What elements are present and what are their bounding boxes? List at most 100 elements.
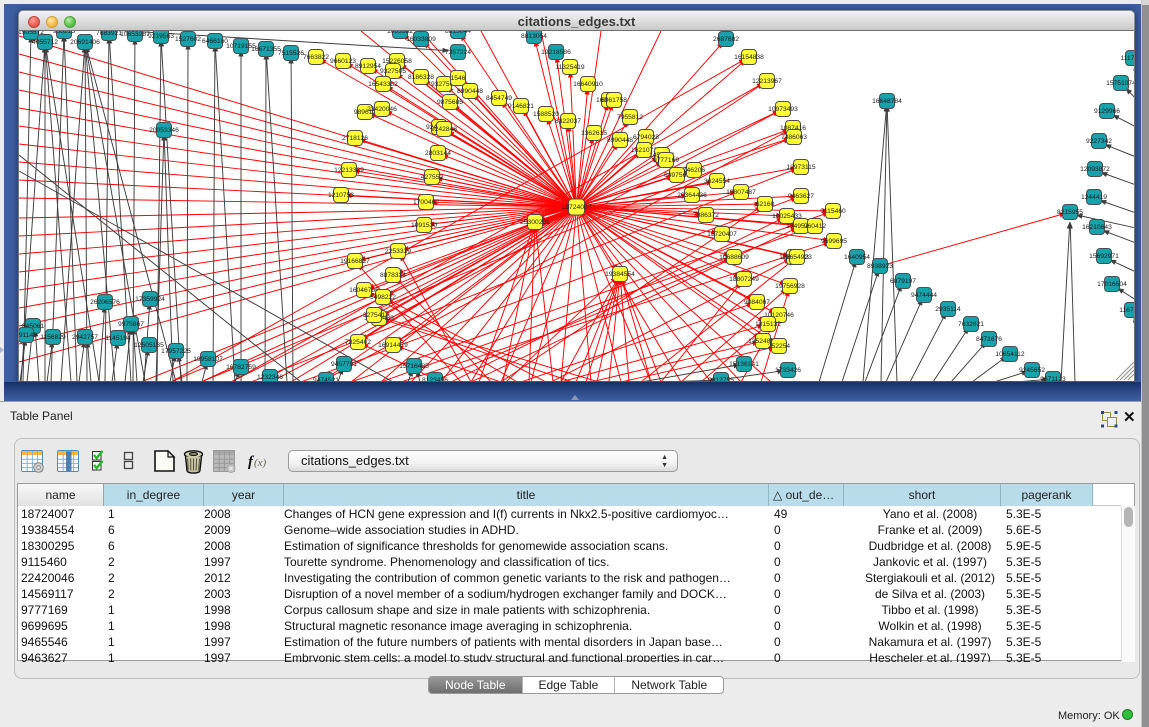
- svg-text:23420046: 23420046: [367, 106, 397, 113]
- svg-text:11325419: 11325419: [555, 64, 585, 71]
- svg-text:19654923: 19654923: [782, 254, 812, 261]
- svg-text:8813054: 8813054: [521, 33, 547, 40]
- svg-text:8990448: 8990448: [607, 137, 633, 144]
- svg-text:9146821: 9146821: [508, 103, 534, 110]
- svg-text:9084067: 9084067: [744, 299, 770, 306]
- svg-text:1063382: 1063382: [387, 31, 413, 35]
- svg-text:16648784: 16648784: [872, 98, 902, 105]
- svg-text:16046786: 16046786: [349, 287, 379, 294]
- svg-text:17359924: 17359924: [135, 296, 165, 303]
- svg-text:20691406: 20691406: [70, 39, 100, 46]
- svg-text:8938923: 8938923: [867, 263, 893, 270]
- svg-text:16033809: 16033809: [406, 36, 436, 43]
- svg-text:15751074: 15751074: [1106, 80, 1135, 87]
- svg-text:19218586: 19218586: [541, 49, 571, 56]
- svg-text:9660123: 9660123: [330, 58, 356, 65]
- svg-text:1145194: 1145194: [105, 335, 131, 342]
- svg-text:9463627: 9463627: [788, 193, 814, 200]
- svg-text:16543382: 16543382: [368, 81, 398, 88]
- svg-text:62160: 62160: [756, 201, 775, 208]
- svg-text:17016504: 17016504: [1097, 281, 1127, 288]
- svg-text:1640954: 1640954: [844, 254, 870, 261]
- svg-text:1244419: 1244419: [1081, 194, 1107, 201]
- svg-text:1815132: 1815132: [755, 321, 781, 328]
- svg-text:9227342: 9227342: [1086, 138, 1112, 145]
- svg-text:1588520: 1588520: [533, 111, 559, 118]
- svg-text:4055712: 4055712: [32, 39, 58, 46]
- svg-text:8471676: 8471676: [976, 336, 1002, 343]
- svg-text:15136141: 15136141: [729, 361, 759, 368]
- svg-text:6466160: 6466160: [202, 38, 228, 45]
- svg-text:7663822: 7663822: [303, 54, 329, 61]
- svg-text:391149: 391149: [19, 332, 37, 339]
- svg-text:1232346: 1232346: [257, 374, 283, 381]
- svg-text:2803144: 2803144: [425, 150, 451, 157]
- svg-text:7386372: 7386372: [693, 212, 719, 219]
- svg-text:7357224: 7357224: [445, 49, 471, 56]
- svg-text:19166827: 19166827: [340, 258, 370, 265]
- svg-text:1546: 1546: [451, 75, 466, 82]
- svg-text:9129966: 9129966: [1094, 108, 1120, 115]
- svg-text:2935114: 2935114: [935, 306, 961, 313]
- svg-text:16671355: 16671355: [251, 46, 281, 53]
- svg-text:6794028: 6794028: [633, 134, 659, 141]
- svg-text:15692971: 15692971: [1089, 253, 1119, 260]
- svg-text:10654112: 10654112: [995, 351, 1025, 358]
- svg-text:7515526: 7515526: [278, 50, 304, 57]
- svg-text:1700462: 1700462: [413, 199, 439, 206]
- svg-text:1733426: 1733426: [775, 367, 801, 374]
- svg-text:18807249: 18807249: [729, 276, 759, 283]
- svg-text:7683921: 7683921: [96, 31, 122, 37]
- svg-text:427552: 427552: [421, 174, 444, 181]
- svg-text:16210643: 16210643: [1082, 224, 1112, 231]
- svg-text:25300295: 25300295: [520, 219, 550, 226]
- svg-text:3624554: 3624554: [704, 178, 730, 185]
- svg-text:10807487: 10807487: [726, 189, 756, 196]
- svg-text:746206: 746206: [683, 167, 706, 174]
- svg-text:9219563: 9219563: [148, 33, 174, 40]
- svg-text:1156829: 1156829: [40, 334, 66, 341]
- svg-text:19958107: 19958107: [193, 356, 223, 363]
- svg-text:252254: 252254: [768, 343, 791, 350]
- svg-text:8322037: 8322037: [555, 118, 581, 125]
- svg-text:(x): (x): [254, 457, 267, 469]
- svg-text:7825402: 7825402: [345, 339, 371, 346]
- svg-text:9474444: 9474444: [911, 292, 937, 299]
- svg-text:12093872: 12093872: [1080, 166, 1110, 173]
- svg-text:15720407: 15720407: [707, 231, 737, 238]
- svg-text:6961758: 6961758: [601, 97, 627, 104]
- svg-text:8878334: 8878334: [380, 272, 406, 279]
- svg-text:16782759: 16782759: [226, 364, 256, 371]
- svg-text:1362615: 1362615: [581, 130, 607, 137]
- svg-text:1117533: 1117533: [1120, 55, 1135, 62]
- svg-text:26206576: 26206576: [90, 299, 120, 306]
- svg-text:1527602: 1527602: [175, 36, 201, 43]
- svg-text:7955812: 7955812: [617, 114, 643, 121]
- svg-text:10688609: 10688609: [719, 254, 749, 261]
- svg-text:5498222: 5498222: [370, 294, 396, 301]
- svg-text:19756928: 19756928: [775, 283, 805, 290]
- svg-text:2718126: 2718126: [342, 135, 368, 142]
- svg-text:15716485: 15716485: [399, 363, 429, 370]
- svg-text:8912954: 8912954: [355, 63, 381, 70]
- svg-text:9457791: 9457791: [331, 361, 357, 368]
- svg-text:12973115: 12973115: [786, 164, 816, 171]
- svg-text:2942757: 2942757: [72, 334, 98, 341]
- svg-text:8186328: 8186328: [408, 74, 434, 81]
- svg-text:9975867: 9975867: [118, 321, 144, 328]
- svg-text:327541: 327541: [363, 312, 386, 319]
- svg-text:20053346: 20053346: [149, 127, 179, 134]
- svg-text:7486063: 7486063: [781, 134, 807, 141]
- svg-text:20364436: 20364436: [677, 192, 707, 199]
- svg-text:9245652: 9245652: [1019, 367, 1045, 374]
- svg-text:7632621: 7632621: [958, 321, 984, 328]
- svg-text:6879197: 6879197: [890, 278, 916, 285]
- svg-text:960412: 960412: [804, 223, 827, 230]
- svg-text:19384554: 19384554: [605, 271, 635, 278]
- svg-text:17957225: 17957225: [161, 348, 191, 355]
- svg-text:9115460: 9115460: [820, 208, 846, 215]
- svg-text:10973493: 10973493: [768, 106, 798, 113]
- svg-text:9699695: 9699695: [821, 238, 847, 245]
- svg-text:18724007: 18724007: [562, 204, 592, 211]
- svg-text:10653287: 10653287: [120, 31, 150, 38]
